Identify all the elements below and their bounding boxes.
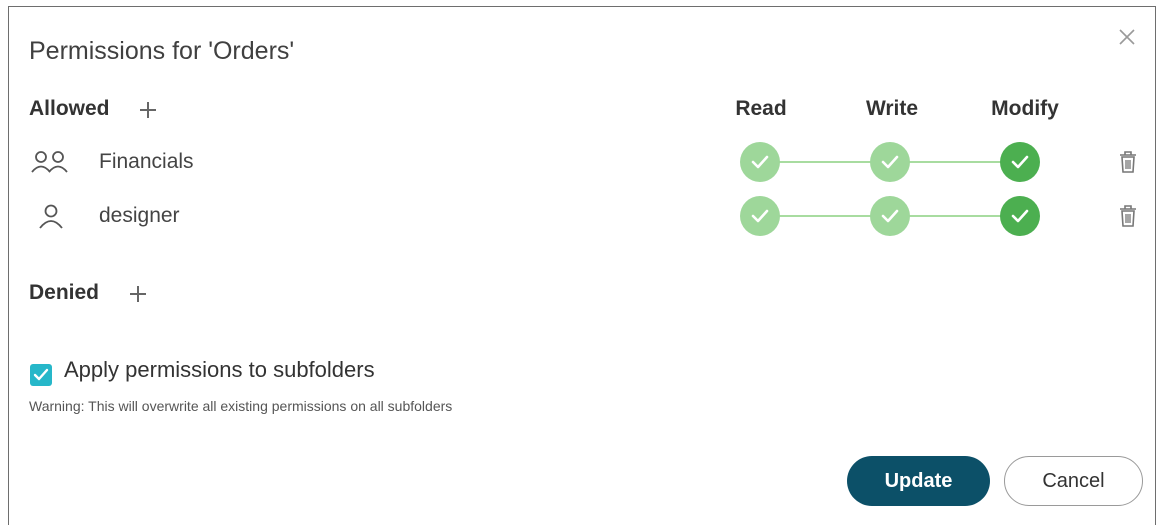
read-toggle[interactable] <box>740 196 780 236</box>
permission-connector <box>909 215 1001 217</box>
column-header-read: Read <box>735 97 787 120</box>
permission-connector <box>779 215 871 217</box>
permission-row-designer: designer <box>9 194 1157 238</box>
permission-row-financials: Financials <box>9 140 1157 184</box>
column-header-write: Write <box>865 97 919 120</box>
group-icon <box>29 148 73 176</box>
read-toggle[interactable] <box>740 142 780 182</box>
denied-label: Denied <box>29 281 100 304</box>
modify-toggle[interactable] <box>1000 142 1040 182</box>
add-denied-plus-icon[interactable] <box>129 285 147 303</box>
column-header-modify: Modify <box>991 97 1059 120</box>
cancel-button[interactable]: Cancel <box>1004 456 1143 506</box>
add-allowed-plus-icon[interactable] <box>139 101 157 119</box>
close-icon[interactable] <box>1117 27 1137 47</box>
entity-name: designer <box>99 204 180 227</box>
write-toggle[interactable] <box>870 196 910 236</box>
allowed-label: Allowed <box>29 97 110 120</box>
entity-name: Financials <box>99 150 194 173</box>
apply-subfolders-label[interactable]: Apply permissions to subfolders <box>64 357 375 383</box>
write-toggle[interactable] <box>870 142 910 182</box>
permissions-dialog: Permissions for 'Orders' Allowed Read Wr… <box>8 6 1156 525</box>
permission-connector <box>779 161 871 163</box>
apply-subfolders-checkbox[interactable] <box>30 364 52 386</box>
subfolders-warning-text: Warning: This will overwrite all existin… <box>29 398 453 414</box>
trash-icon[interactable] <box>1117 150 1139 174</box>
trash-icon[interactable] <box>1117 204 1139 228</box>
modify-toggle[interactable] <box>1000 196 1040 236</box>
dialog-title: Permissions for 'Orders' <box>29 37 295 65</box>
permission-connector <box>909 161 1001 163</box>
user-icon <box>29 202 73 230</box>
update-button[interactable]: Update <box>847 456 990 506</box>
